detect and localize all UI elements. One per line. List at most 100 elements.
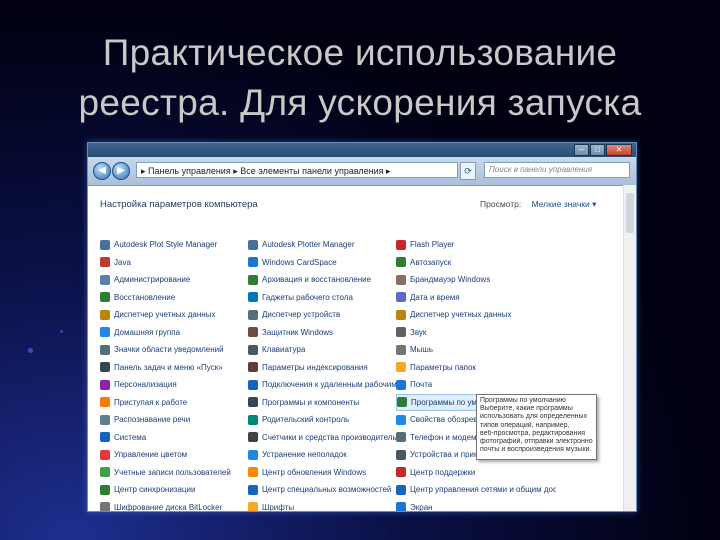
control-panel-item[interactable]: Центр поддержки	[396, 464, 556, 482]
control-panel-item[interactable]: Устранение неполадок	[248, 446, 398, 464]
decorative-glow-dot	[28, 348, 33, 353]
control-panel-item-label: Шифрование диска BitLocker	[114, 502, 223, 512]
autoplay-icon	[396, 257, 406, 268]
control-panel-item[interactable]: Защитник Windows	[248, 324, 398, 342]
credential-icon	[396, 309, 406, 320]
search-input[interactable]: Поиск в панели управления	[484, 162, 630, 178]
personalize-icon	[100, 379, 110, 390]
control-panel-item[interactable]: Персонализация	[100, 376, 250, 394]
microphone-icon	[100, 414, 110, 425]
control-panel-item[interactable]: Администрирование	[100, 271, 250, 289]
control-panel-item-label: Гаджеты рабочего стола	[262, 292, 353, 302]
control-panel-item[interactable]: Архивация и восстановление	[248, 271, 398, 289]
control-panel-item[interactable]: Экран	[396, 499, 556, 511]
control-panel-item[interactable]: Счетчики и средства производительности	[248, 429, 398, 447]
control-panel-item[interactable]: Шифрование диска BitLocker	[100, 499, 250, 512]
control-panel-item[interactable]: Учетные записи пользователей	[100, 464, 250, 482]
minimize-button[interactable]: –	[574, 144, 589, 156]
control-panel-item[interactable]: Диспетчер учетных данных	[100, 306, 250, 324]
control-panel-item[interactable]: Шрифты	[248, 499, 398, 511]
refresh-button[interactable]: ⟳	[460, 162, 476, 180]
users-icon	[100, 467, 110, 478]
control-panel-item[interactable]: Windows CardSpace	[248, 254, 398, 272]
programs-icon	[248, 397, 258, 408]
color-icon	[100, 449, 110, 460]
control-panel-item[interactable]: Центр управления сетями и общим доступом	[396, 481, 556, 499]
control-panel-item-label: Подключения к удаленным рабочим столам	[262, 380, 398, 390]
control-panel-item[interactable]: Autodesk Plotter Manager	[248, 236, 398, 254]
control-panel-item-label: Java	[114, 257, 131, 267]
control-panel-item[interactable]: Клавиатура	[248, 341, 398, 359]
flag-icon	[396, 467, 406, 478]
control-panel-item[interactable]: Подключения к удаленным рабочим столам	[248, 376, 398, 394]
homegroup-icon	[100, 327, 110, 338]
control-panel-item[interactable]: Гаджеты рабочего стола	[248, 289, 398, 307]
control-panel-item[interactable]: Диспетчер учетных данных	[396, 306, 556, 324]
maximize-button[interactable]: □	[590, 144, 605, 156]
start-icon	[100, 397, 110, 408]
control-panel-item[interactable]: Панель задач и меню «Пуск»	[100, 359, 250, 377]
control-panel-item-label: Телефон и модем	[410, 432, 477, 442]
control-panel-item[interactable]: Распознавание речи	[100, 411, 250, 429]
control-panel-item-label: Центр управления сетями и общим доступом	[410, 485, 556, 495]
sync-icon	[100, 484, 110, 495]
control-panel-item[interactable]: Звук	[396, 324, 556, 342]
control-panel-item-label: Почта	[410, 380, 433, 390]
items-column-1: Autodesk Plot Style Manager Java Администр…	[100, 236, 250, 512]
control-panel-item[interactable]: Программы и компоненты	[248, 394, 398, 412]
control-panel-item[interactable]: Параметры папок	[396, 359, 556, 377]
restore-icon	[100, 292, 110, 303]
scrollbar-thumb[interactable]	[626, 193, 634, 233]
control-panel-item[interactable]: Домашняя группа	[100, 324, 250, 342]
flash-icon	[396, 239, 406, 250]
control-panel-item[interactable]: Значки области уведомлений	[100, 341, 250, 359]
parental-icon	[248, 414, 258, 425]
default-programs-icon	[397, 397, 407, 408]
control-panel-item-label: Параметры индексирования	[262, 362, 368, 372]
control-panel-item[interactable]: Параметры индексирования	[248, 359, 398, 377]
control-panel-item-label: Windows CardSpace	[262, 257, 337, 267]
control-panel-item[interactable]: Управление цветом	[100, 446, 250, 464]
control-panel-item-label: Autodesk Plotter Manager	[262, 240, 355, 250]
vertical-scrollbar[interactable]	[623, 185, 636, 511]
breadcrumb[interactable]: ▸ Панель управления ▸ Все элементы панел…	[136, 162, 458, 178]
view-by-dropdown[interactable]: Мелкие значки ▾	[532, 199, 597, 209]
control-panel-item[interactable]: Центр синхронизации	[100, 481, 250, 499]
tooltip-line: типов операций, например,	[480, 421, 570, 429]
control-panel-item[interactable]: Автозапуск	[396, 254, 556, 272]
control-panel-item[interactable]: Диспетчер устройств	[248, 306, 398, 324]
taskbar-icon	[100, 362, 110, 373]
forward-button[interactable]: ▶	[112, 162, 130, 180]
control-panel-item[interactable]: Java	[100, 254, 250, 272]
devices-icon	[396, 449, 406, 460]
folder-icon	[396, 362, 406, 373]
window-titlebar[interactable]: – □ ✕	[88, 143, 636, 157]
control-panel-item[interactable]: Flash Player	[396, 236, 556, 254]
remote-icon	[248, 379, 258, 390]
control-panel-item-label: Архивация и восстановление	[262, 275, 372, 285]
window-controls: – □ ✕	[573, 144, 632, 156]
control-panel-item[interactable]: Autodesk Plot Style Manager	[100, 236, 250, 254]
control-panel-item[interactable]: Родительский контроль	[248, 411, 398, 429]
control-panel-items: Autodesk Plot Style Manager Java Администр…	[100, 236, 622, 511]
control-panel-item[interactable]: Дата и время	[396, 289, 556, 307]
control-panel-item[interactable]: Восстановление	[100, 289, 250, 307]
update-icon	[248, 467, 258, 478]
control-panel-item-label: Центр специальных возможностей	[262, 485, 392, 495]
close-button[interactable]: ✕	[606, 144, 632, 156]
control-panel-item-label: Счетчики и средства производительности	[262, 432, 398, 442]
internet-icon	[396, 414, 406, 425]
control-panel-item[interactable]: Центр специальных возможностей	[248, 481, 398, 499]
control-panel-item[interactable]: Центр обновления Windows	[248, 464, 398, 482]
control-panel-item-label: Распознавание речи	[114, 415, 191, 425]
control-panel-item[interactable]: Брандмауэр Windows	[396, 271, 556, 289]
firewall-icon	[396, 274, 406, 285]
display-icon	[396, 502, 406, 511]
control-panel-item[interactable]: Приступая к работе	[100, 394, 250, 412]
back-button[interactable]: ◀	[93, 162, 111, 180]
control-panel-item[interactable]: Почта	[396, 376, 556, 394]
control-panel-item[interactable]: Мышь	[396, 341, 556, 359]
control-panel-item[interactable]: Система	[100, 429, 250, 447]
slide-title-line1: Практическое использование	[102, 32, 618, 73]
tooltip: Программы по умолчанию Выберите, какие пр…	[476, 394, 597, 460]
